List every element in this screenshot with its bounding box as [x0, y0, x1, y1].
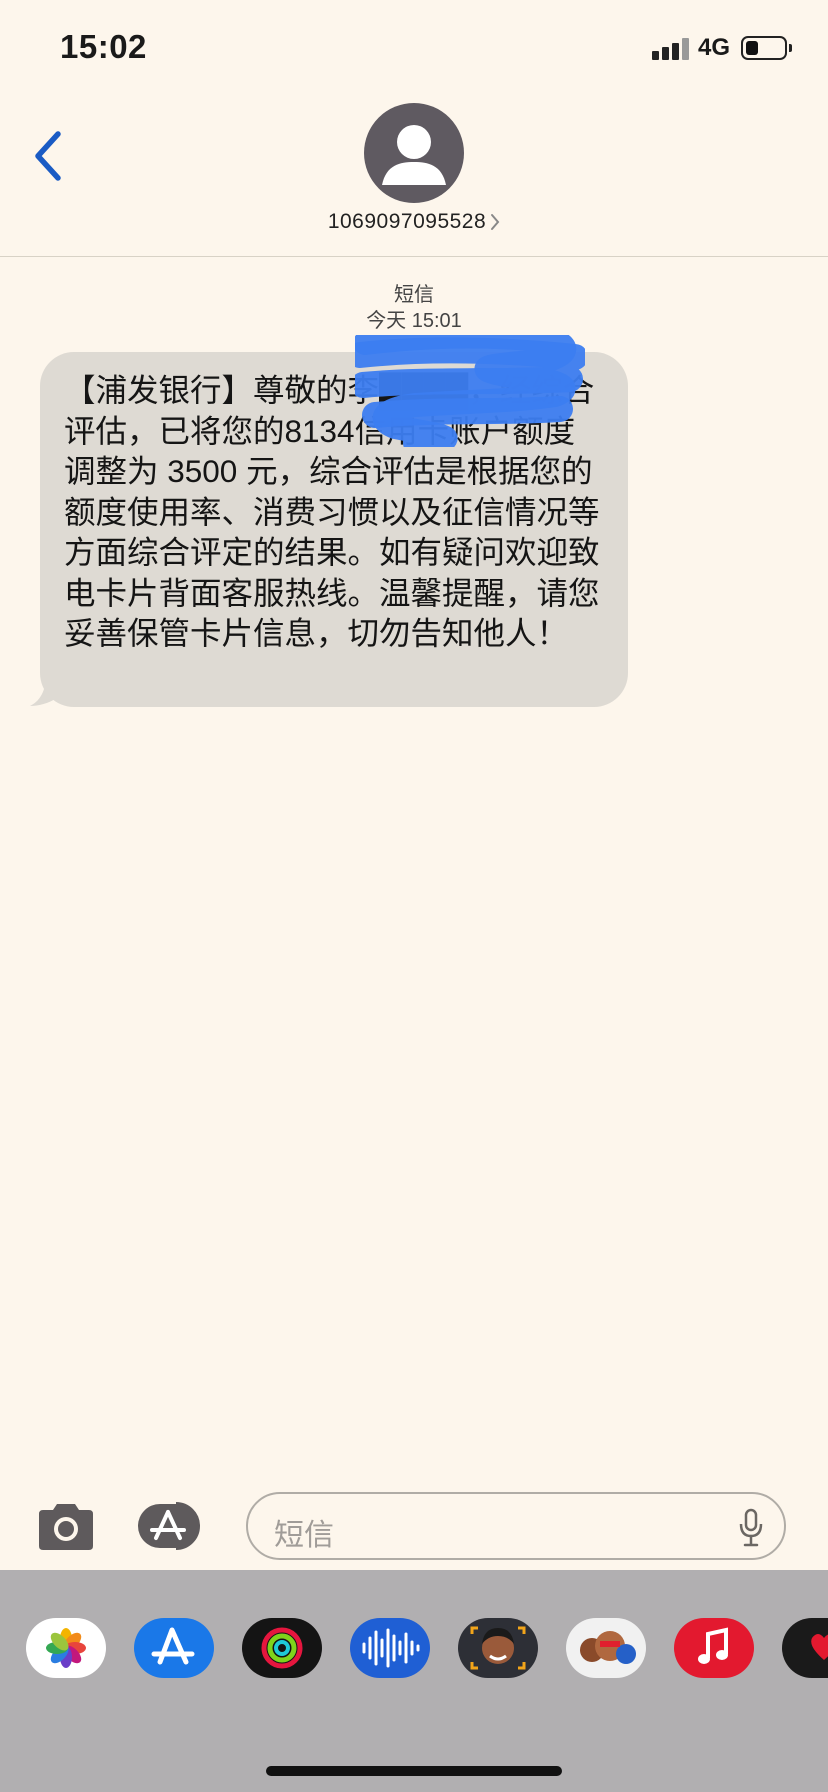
chevron-left-icon — [35, 131, 61, 181]
compose-bar: 短信 — [0, 1480, 828, 1570]
redaction-scribble — [355, 335, 585, 447]
message-placeholder: 短信 — [274, 1519, 334, 1552]
conversation-header: 1069097095528 — [0, 100, 828, 257]
status-time: 15:02 — [60, 28, 147, 65]
status-bar: 15:02 4G — [0, 0, 828, 100]
microphone-icon[interactable] — [738, 1508, 764, 1548]
person-icon — [382, 125, 446, 185]
camera-icon — [39, 1504, 93, 1550]
digital-touch-icon[interactable] — [782, 1618, 828, 1678]
app-store-icon — [138, 1502, 200, 1550]
message-input[interactable]: 短信 — [246, 1492, 786, 1560]
message-timestamp: 今天 15:01 — [366, 310, 462, 332]
back-button[interactable] — [28, 128, 68, 184]
chevron-right-icon — [491, 214, 500, 231]
activity-icon[interactable] — [242, 1618, 322, 1678]
photos-app-icon[interactable] — [26, 1618, 106, 1678]
app-store-toggle[interactable] — [138, 1500, 214, 1552]
memoji-stickers-icon[interactable] — [566, 1618, 646, 1678]
music-icon[interactable] — [674, 1618, 754, 1678]
service-label: 短信 — [394, 284, 434, 306]
cellular-signal-icon — [652, 38, 690, 60]
home-indicator[interactable] — [266, 1766, 562, 1776]
memoji-icon[interactable] — [458, 1618, 538, 1678]
network-type: 4G — [698, 34, 731, 61]
battery-icon — [741, 36, 787, 60]
contact-name[interactable]: 1069097095528 — [0, 210, 828, 234]
camera-button[interactable] — [35, 1502, 97, 1552]
conversation-meta: 短信 今天 15:01 — [0, 282, 828, 334]
imessage-app-drawer — [0, 1570, 828, 1792]
app-store-app-icon[interactable] — [134, 1618, 214, 1678]
contact-number: 1069097095528 — [327, 210, 487, 233]
audio-message-icon[interactable] — [350, 1618, 430, 1678]
battery-tip — [789, 44, 792, 52]
contact-avatar[interactable] — [364, 103, 464, 203]
